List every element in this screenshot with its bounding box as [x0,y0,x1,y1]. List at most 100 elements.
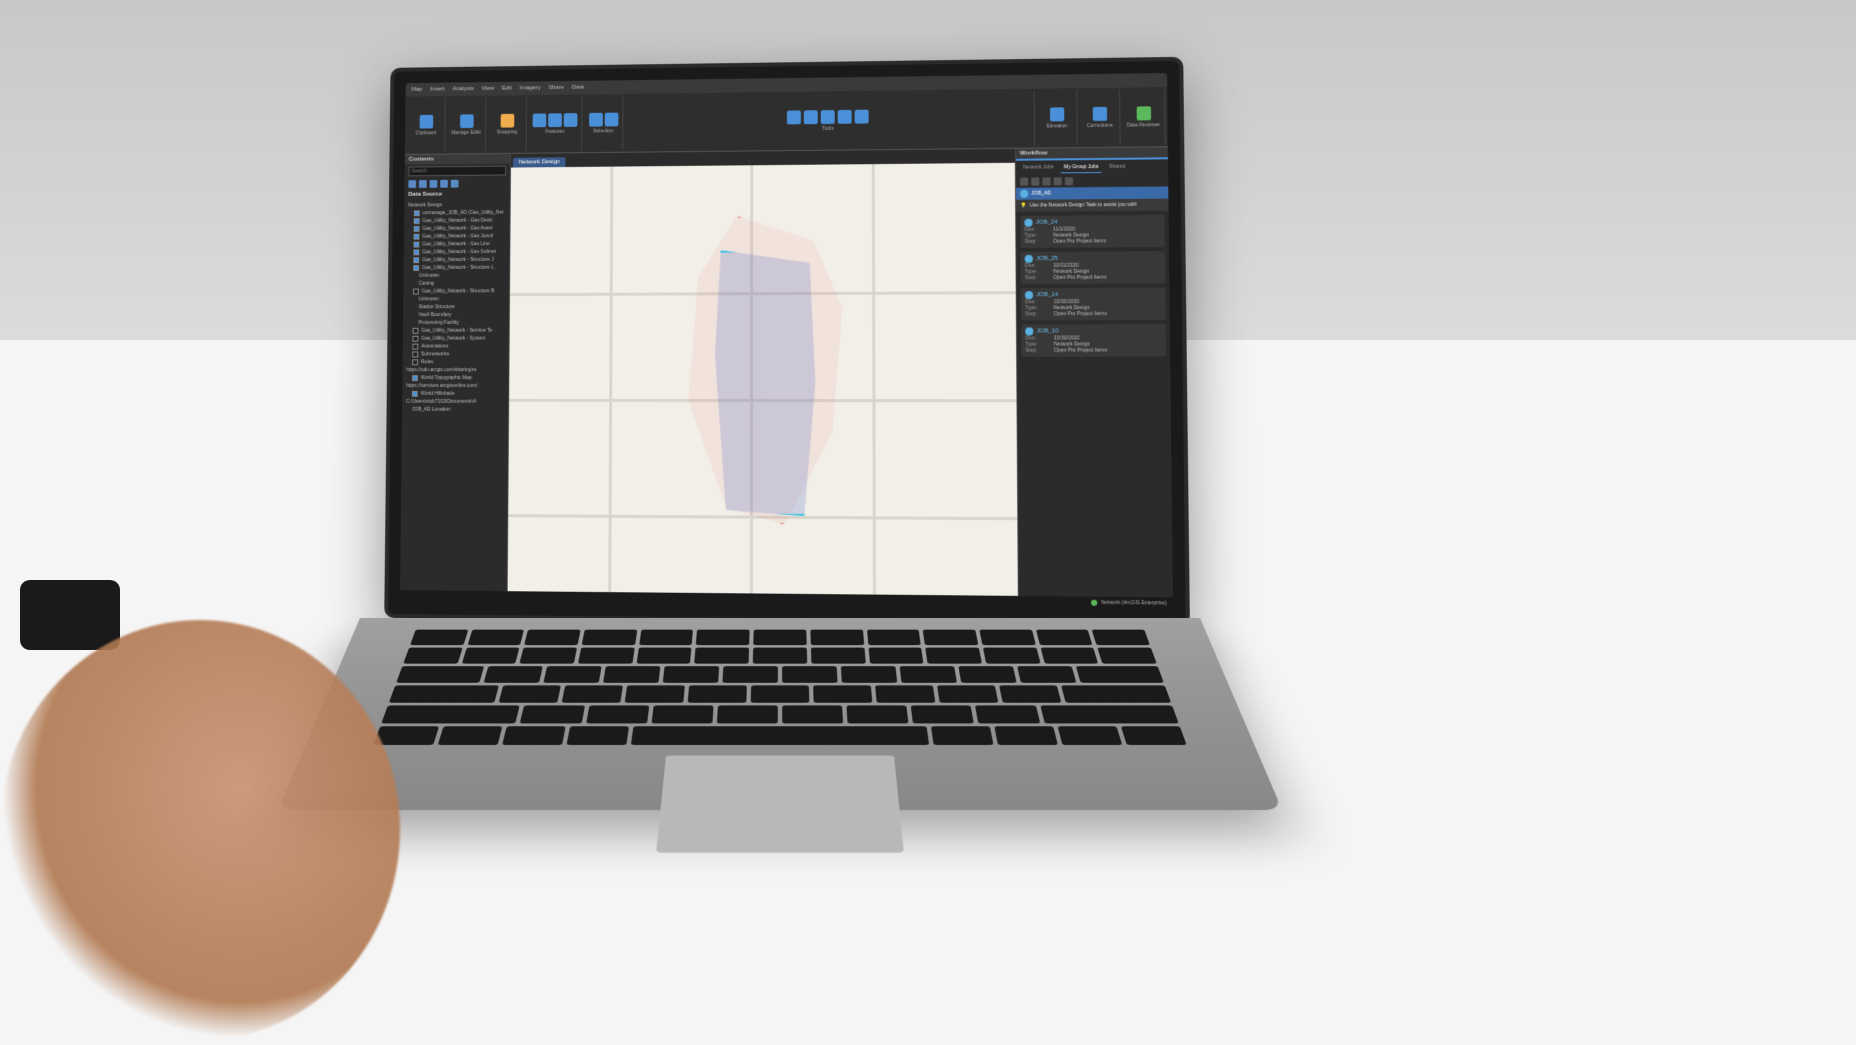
create-icon[interactable] [533,113,547,127]
ribbon-tab[interactable]: Edit [502,86,512,92]
field-step: Step: [1025,239,1054,245]
content-row: Contents Data Source Network D [400,147,1173,597]
layer-item[interactable]: Rules [406,358,504,366]
assign-icon[interactable] [1065,177,1073,185]
service-item[interactable]: https://cdn.arcgis.com/sharing/re [406,366,504,374]
job-id: JOB_25 [1036,256,1058,262]
sort-icon[interactable] [1042,177,1050,185]
elevation-icon[interactable] [1050,107,1064,121]
layer-label: Gas_Utility_Network - Structure J [422,257,494,263]
app-window: Map Insert Analysis View Edit Imagery Sh… [400,73,1173,610]
layer-label: Associations [421,344,448,350]
layer-tree[interactable]: Network Design unmanage_JOB_AD (Gas_Util… [400,199,510,591]
service-label: https://services.arcgisonline.com/ [406,383,478,389]
basemap-item[interactable]: World Topographic Map [406,374,504,382]
ribbon-group-elevation: Elevation [1037,90,1078,145]
layer-checkbox[interactable] [413,257,419,263]
road [608,167,613,593]
job-card[interactable]: JOB_14 Due:10/30/2020 Type:Network Desig… [1021,288,1166,321]
paste-icon[interactable] [419,114,433,128]
move-icon[interactable] [787,110,801,124]
sublayer-label: Station Structure [419,304,455,310]
layer-checkbox[interactable] [414,218,420,224]
edit-vertices-icon[interactable] [821,110,835,124]
contents-search-input[interactable] [408,166,506,177]
delete-icon[interactable] [564,113,578,127]
select-icon[interactable] [589,112,603,126]
ribbon-group-data-reviewer: Data Reviewer [1122,89,1165,145]
ribbon-tab[interactable]: Data [572,85,584,91]
layer-checkbox[interactable] [414,234,420,240]
sublayer-item[interactable]: Processing Facility [407,319,505,327]
refresh-icon[interactable] [1020,178,1028,186]
layer-item[interactable]: Gas_Utility_Network - Service Te [407,327,505,335]
ribbon-group-selection: Selection [584,96,623,150]
ribbon-tab[interactable]: Share [548,85,564,91]
layer-checkbox[interactable] [413,289,419,295]
layer-checkbox[interactable] [412,359,418,365]
ribbon-tab[interactable]: Imagery [520,85,541,91]
split-icon[interactable] [855,109,869,123]
basemap-item[interactable]: World Hillshade [406,390,504,398]
design-area-polygon[interactable] [709,250,821,516]
tab-network-jobs[interactable]: Network Jobs [1020,162,1057,173]
list-by-drawing-icon[interactable] [408,180,416,188]
job-card[interactable]: JOB_10 Due:10/30/2020 Type:Network Desig… [1021,324,1166,357]
service-item[interactable]: C:\Users\nick7103\Documents\A [406,398,504,406]
layer-checkbox[interactable] [412,336,418,342]
layer-checkbox[interactable] [413,328,419,334]
modify-icon[interactable] [548,113,562,127]
layer-label: unmanage_JOB_AD (Gas_Utility_Net [423,210,504,216]
snapping-icon[interactable] [500,113,514,127]
job-list[interactable]: JOB_24 Due:11/1/2020 Type:Network Design… [1016,211,1173,598]
map-tab[interactable]: Network Design [513,157,566,167]
job-badge-icon [1025,327,1033,335]
service-item[interactable]: https://services.arcgisonline.com/ [406,382,504,390]
workflow-hint: 💡 Use the Network Design Task to assist … [1016,199,1168,212]
contents-search-row [405,164,510,179]
list-by-editing-icon[interactable] [440,180,448,188]
attributes-icon[interactable] [604,112,618,126]
job-step: Open Pro Project Items [1053,238,1106,244]
layer-checkbox[interactable] [414,210,420,216]
group-label: Clipboard [415,130,436,136]
reshape-icon[interactable] [838,109,852,123]
new-job-icon[interactable] [1054,177,1062,185]
layer-item[interactable]: Subnetworks [407,350,505,358]
location-item[interactable]: JOB_AD Location [406,406,504,414]
job-card[interactable]: JOB_24 Due:11/1/2020 Type:Network Design… [1020,215,1165,248]
ribbon-tab[interactable]: Map [411,87,422,93]
job-badge-icon [1020,190,1028,198]
save-icon[interactable] [460,114,474,128]
ribbon-tab[interactable]: Analysis [452,86,474,92]
layer-checkbox[interactable] [413,249,419,255]
layer-checkbox[interactable] [414,226,420,232]
ground-to-grid-icon[interactable] [1092,106,1106,120]
map-canvas[interactable] [508,163,1018,596]
list-by-snapping-icon[interactable] [451,180,459,188]
layer-item[interactable]: Associations [407,342,505,350]
manage-quality-icon[interactable] [1136,106,1150,120]
layer-checkbox[interactable] [412,391,418,397]
map-name: Network Design [408,202,442,208]
layer-checkbox[interactable] [412,375,418,381]
sublayer-label: Unknown [419,296,439,302]
layer-checkbox[interactable] [413,242,419,248]
laptop: Map Insert Analysis View Edit Imagery Sh… [380,60,1180,620]
layer-checkbox[interactable] [412,351,418,357]
sublayer-item[interactable]: Vault Boundary [407,311,505,319]
layer-checkbox[interactable] [412,344,418,350]
layer-item[interactable]: Gas_Utility_Network - System [407,335,505,343]
annotation-icon[interactable] [804,110,818,124]
layer-checkbox[interactable] [413,265,419,271]
ribbon-group-corrections: Corrections [1080,90,1121,145]
job-card[interactable]: JOB_25 Due:10/31/2020 Type:Network Desig… [1021,251,1166,284]
tab-shared[interactable]: Shared [1106,162,1129,173]
group-label: Manage Edits [451,129,481,135]
tab-my-group-jobs[interactable]: My Group Jobs [1061,162,1102,173]
ribbon-tab[interactable]: View [482,86,495,92]
list-by-source-icon[interactable] [419,180,427,188]
list-by-selection-icon[interactable] [430,180,438,188]
ribbon-tab[interactable]: Insert [430,86,445,92]
filter-icon[interactable] [1031,178,1039,186]
